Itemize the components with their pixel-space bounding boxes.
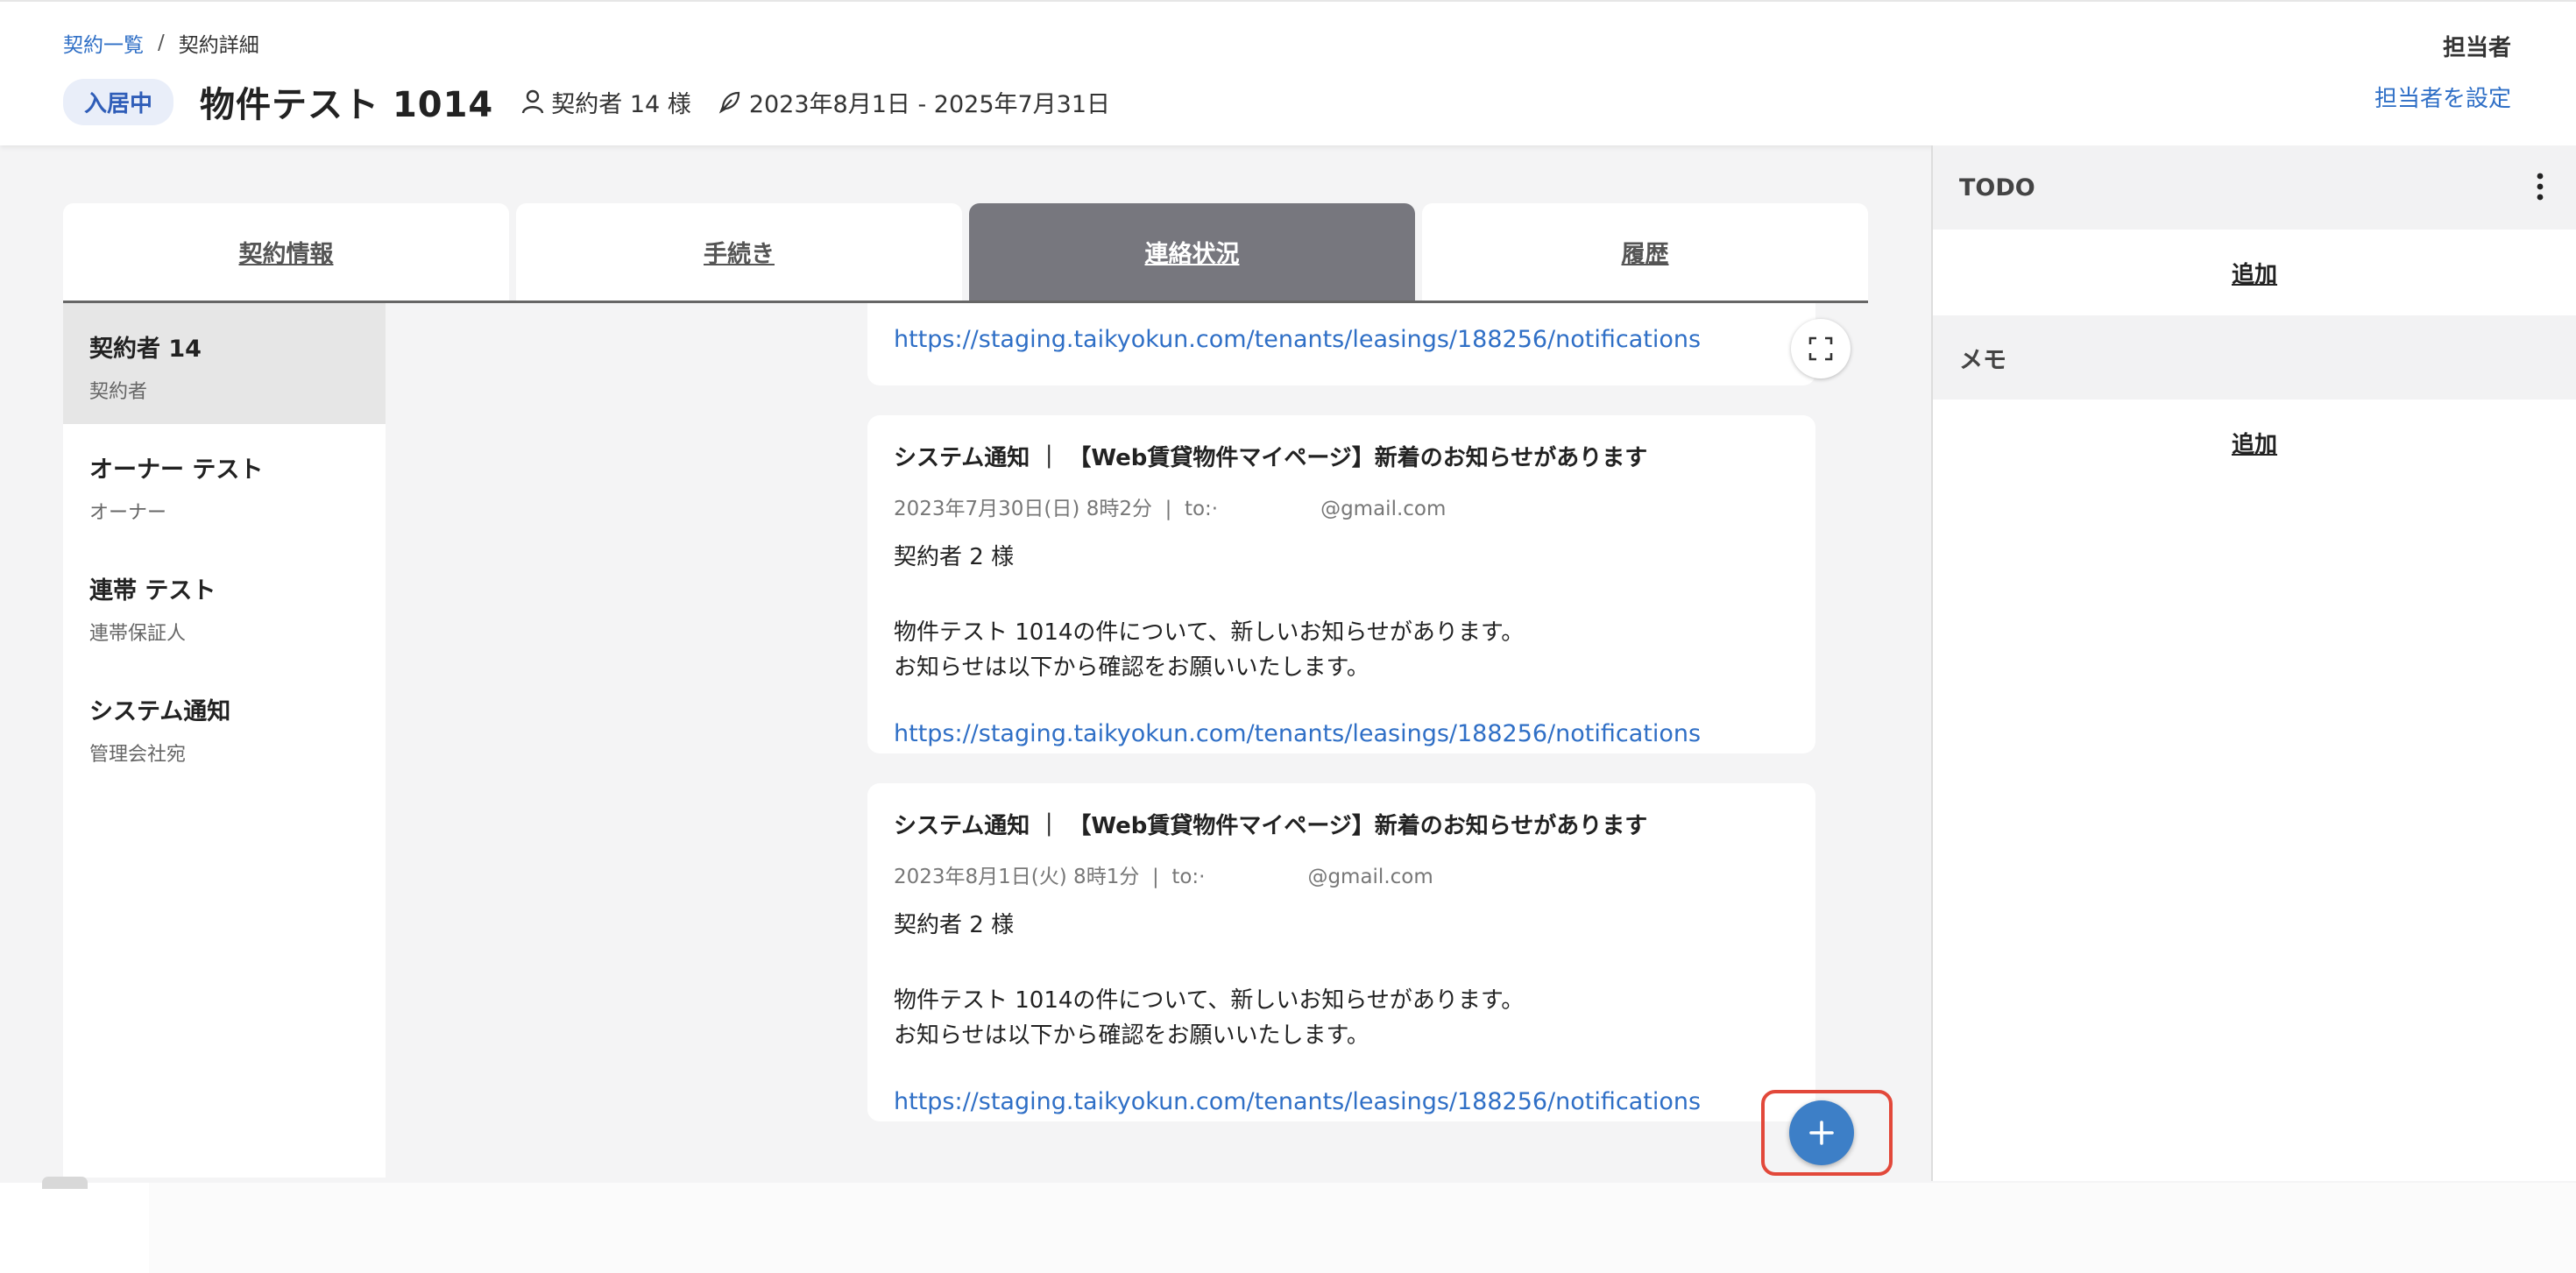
todo-header: TODO xyxy=(1933,145,2576,230)
page-title: 物件テスト 1014 xyxy=(200,85,494,125)
contract-period: 2023年8月1日 - 2025年7月31日 xyxy=(748,90,1111,118)
assignee-label: 担当者 xyxy=(2442,35,2511,61)
message-subject: システム通知 ｜ 【Web賃貸物件マイページ】新着のお知らせがあります xyxy=(894,813,1648,839)
memo-header: メモ xyxy=(1933,315,2576,400)
contact-role: オーナー xyxy=(89,502,167,524)
message-card: システム通知 ｜ 【Web賃貸物件マイページ】新着のお知らせがあります 2023… xyxy=(867,415,1815,753)
todo-add-button[interactable]: 追加 xyxy=(1933,230,2576,315)
more-options-button[interactable] xyxy=(2536,172,2544,208)
set-assignee-link[interactable]: 担当者を設定 xyxy=(2374,81,2511,113)
memo-title: メモ xyxy=(1959,346,2006,374)
feather-pen-icon xyxy=(718,91,740,114)
kebab-menu-icon xyxy=(2537,173,2544,201)
contact-list: 契約者 14 契約者 オーナー テスト オーナー 連帯 テスト 連帯保証人 シス… xyxy=(63,303,386,1178)
contractor-name: 契約者 14 様 xyxy=(551,90,691,118)
contact-role: 管理会社宛 xyxy=(89,744,187,766)
message-recipient: 契約者 2 様 xyxy=(894,544,1015,570)
tab-procedures[interactable]: 手続き xyxy=(516,203,962,301)
notification-link[interactable]: https://staging.taikyokun.com/tenants/le… xyxy=(894,1088,1789,1115)
contact-name: 連帯 テスト xyxy=(89,577,216,605)
notification-link[interactable]: https://staging.taikyokun.com/tenants/le… xyxy=(894,720,1789,747)
message-recipient: 契約者 2 様 xyxy=(894,912,1015,938)
todo-title: TODO xyxy=(1959,173,2035,202)
right-side-panel: TODO 追加 メモ 追加 xyxy=(1931,145,2576,1181)
memo-add-button[interactable]: 追加 xyxy=(1933,400,2576,485)
breadcrumb-contract-list-link[interactable]: 契約一覧 xyxy=(63,28,144,58)
tab-contract-info[interactable]: 契約情報 xyxy=(63,203,509,301)
person-icon xyxy=(522,89,544,114)
message-card: システム通知 ｜ 【Web賃貸物件マイページ】新着のお知らせがあります 2023… xyxy=(867,783,1815,1121)
contact-role: 連帯保証人 xyxy=(89,623,187,645)
title-row: 入居中 物件テスト 1014 契約者 14 様 2023年8月1日 - 2025… xyxy=(63,77,1136,126)
message-date: 2023年7月30日(日) 8時2分 | to:· @gmail.com xyxy=(894,498,1447,520)
contact-item-system[interactable]: システム通知 管理会社宛 xyxy=(63,666,386,787)
period-meta: 2023年8月1日 - 2025年7月31日 xyxy=(718,85,1110,119)
fullscreen-icon xyxy=(1808,336,1833,361)
contact-name: 契約者 14 xyxy=(89,336,202,363)
contact-item-guarantor[interactable]: 連帯 テスト 連帯保証人 xyxy=(63,545,386,666)
plus-icon xyxy=(1809,1121,1834,1145)
message-card-partial: https://staging.taikyokun.com/tenants/le… xyxy=(867,303,1815,385)
contact-role: 契約者 xyxy=(89,381,148,403)
tab-bar: 契約情報 手続き 連絡状況 履歴 xyxy=(63,203,1868,303)
breadcrumb-separator: / xyxy=(158,32,165,54)
breadcrumb-current: 契約詳細 xyxy=(178,34,259,57)
message-date: 2023年8月1日(火) 8時1分 | to:· @gmail.com xyxy=(894,866,1433,888)
contact-item-owner[interactable]: オーナー テスト オーナー xyxy=(63,424,386,545)
contractor-meta: 契約者 14 様 xyxy=(521,85,691,119)
message-body-line: 物件テスト 1014の件について、新しいお知らせがあります。 xyxy=(894,987,1525,1014)
bottom-left-block xyxy=(0,1183,149,1273)
notification-link[interactable]: https://staging.taikyokun.com/tenants/le… xyxy=(894,326,1789,353)
tab-history[interactable]: 履歴 xyxy=(1422,203,1868,301)
status-badge: 入居中 xyxy=(63,78,174,125)
message-subject: システム通知 ｜ 【Web賃貸物件マイページ】新着のお知らせがあります xyxy=(894,445,1648,471)
breadcrumb: 契約一覧 / 契約詳細 xyxy=(63,28,259,58)
bottom-bar xyxy=(0,1183,2576,1273)
contact-name: オーナー テスト xyxy=(89,456,264,484)
bottom-pill xyxy=(42,1177,88,1189)
page-header: 契約一覧 / 契約詳細 入居中 物件テスト 1014 契約者 14 様 2023… xyxy=(0,0,2576,145)
contact-name: システム通知 xyxy=(89,698,231,725)
add-message-button[interactable] xyxy=(1789,1100,1854,1165)
tab-contact-status[interactable]: 連絡状況 xyxy=(969,203,1415,301)
contact-item-contractor[interactable]: 契約者 14 契約者 xyxy=(63,303,386,424)
message-body: 物件テスト 1014の件について、新しいお知らせがあります。 お知らせは以下から… xyxy=(894,983,1789,1053)
fullscreen-button[interactable] xyxy=(1791,319,1851,378)
message-body: 物件テスト 1014の件について、新しいお知らせがあります。 お知らせは以下から… xyxy=(894,615,1789,685)
message-body-line: お知らせは以下から確認をお願いいたします。 xyxy=(894,654,1369,681)
message-body-line: お知らせは以下から確認をお願いいたします。 xyxy=(894,1022,1369,1049)
message-body-line: 物件テスト 1014の件について、新しいお知らせがあります。 xyxy=(894,619,1525,646)
